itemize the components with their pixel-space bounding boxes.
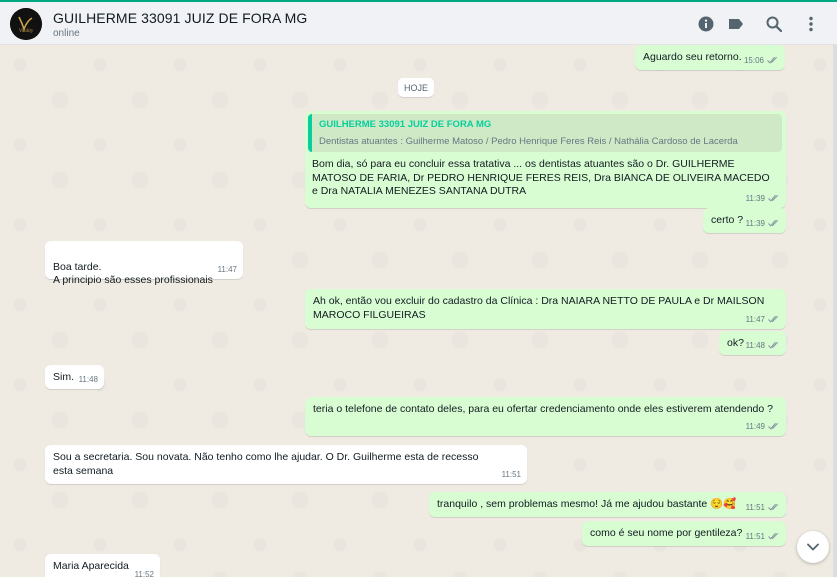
message-time: 11:48 — [745, 340, 765, 350]
message-time: 11:47 — [745, 314, 765, 324]
search-icon[interactable] — [764, 14, 784, 34]
message-time: 11:52 — [134, 569, 154, 577]
message-incoming[interactable]: Sim. 11:48 — [45, 365, 104, 389]
message-text: Boa tarde. A principio são esses profiss… — [53, 260, 213, 287]
contact-status: online — [53, 28, 80, 39]
quoted-author: GUILHERME 33091 JUIZ DE FORA MG — [319, 119, 492, 130]
svg-text:Vitality: Vitality — [19, 29, 34, 34]
message-outgoing[interactable]: tranquilo , sem problemas mesmo! Já me a… — [429, 492, 786, 517]
read-ticks-icon — [768, 220, 778, 227]
scroll-to-bottom-button[interactable] — [797, 531, 829, 563]
chevron-down-icon — [807, 543, 819, 551]
message-outgoing[interactable]: teria o telefone de contato deles, para … — [305, 397, 786, 436]
read-ticks-icon — [768, 316, 778, 323]
message-time: 11:48 — [78, 374, 98, 384]
message-text: Sou a secretaria. Sou novata. Não tenho … — [53, 451, 479, 477]
quoted-message[interactable]: GUILHERME 33091 JUIZ DE FORA MG Dentista… — [308, 114, 782, 152]
message-text: Ah ok, então vou excluir do cadastro da … — [313, 295, 765, 321]
label-icon[interactable] — [726, 14, 746, 34]
chat-header[interactable]: Vitality GUILHERME 33091 JUIZ DE FORA MG… — [0, 2, 837, 45]
read-ticks-icon — [768, 504, 778, 511]
read-ticks-icon — [767, 57, 777, 64]
info-icon[interactable] — [696, 14, 716, 34]
message-text: Bom dia, só para eu concluir essa tratat… — [312, 158, 770, 197]
contact-name: GUILHERME 33091 JUIZ DE FORA MG — [53, 10, 308, 26]
message-incoming[interactable]: Maria Aparecida 11:52 — [45, 554, 160, 577]
read-ticks-icon — [768, 195, 778, 202]
read-ticks-icon — [768, 423, 778, 430]
message-incoming[interactable]: Boa tarde. A principio são esses profiss… — [45, 241, 243, 286]
more-vertical-icon[interactable] — [801, 14, 821, 34]
message-time: 11:39 — [745, 193, 765, 203]
message-time: 11:47 — [217, 264, 237, 274]
message-time: 11:51 — [501, 469, 521, 479]
message-time: 15:06 — [743, 55, 764, 65]
message-outgoing-reply[interactable]: GUILHERME 33091 JUIZ DE FORA MG Dentista… — [305, 111, 786, 208]
message-outgoing[interactable]: ok? 11:48 — [719, 331, 786, 355]
message-time: 11:51 — [745, 531, 765, 541]
vitality-logo-icon: Vitality — [10, 8, 42, 40]
message-outgoing[interactable]: certo ? 11:39 — [703, 208, 786, 233]
message-incoming[interactable]: Sou a secretaria. Sou novata. Não tenho … — [45, 445, 527, 484]
message-text: tranquilo , sem problemas mesmo! Já me a… — [437, 498, 737, 510]
message-outgoing[interactable]: Aguardo seu retorno. 15:06 — [635, 45, 785, 70]
message-outgoing[interactable]: como é seu nome por gentileza? 11:51 — [582, 521, 786, 546]
chat-area[interactable]: Aguardo seu retorno. 15:06 HOJE GUILHERM… — [0, 45, 837, 577]
message-time: 11:51 — [745, 502, 765, 512]
message-outgoing[interactable]: Ah ok, então vou excluir do cadastro da … — [305, 289, 786, 329]
scrollbar[interactable] — [833, 45, 837, 577]
day-separator: HOJE — [398, 78, 434, 97]
message-text: teria o telefone de contato deles, para … — [313, 403, 773, 415]
contact-avatar[interactable]: Vitality — [10, 8, 42, 40]
read-ticks-icon — [768, 533, 778, 540]
quoted-text: Dentistas atuantes : Guilherme Matoso / … — [319, 135, 738, 147]
read-ticks-icon — [768, 342, 778, 349]
message-time: 11:39 — [745, 218, 765, 228]
message-time: 11:49 — [745, 421, 765, 431]
